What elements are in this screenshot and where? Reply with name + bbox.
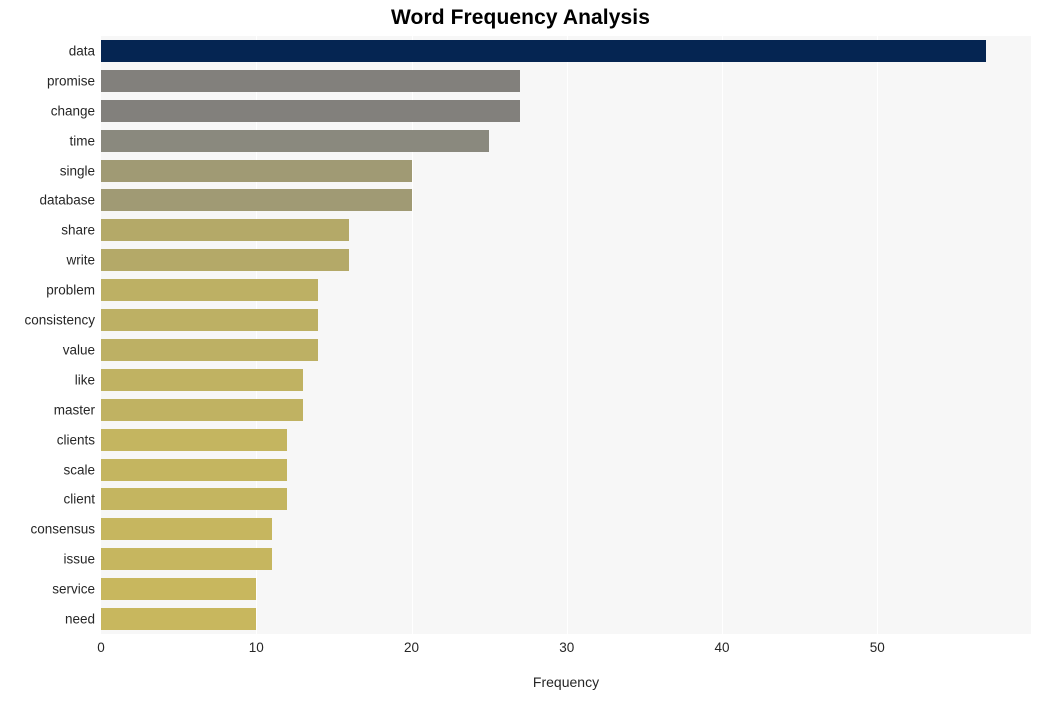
x-tick-label-30: 30 [559,640,575,655]
x-tick-label-40: 40 [714,640,730,655]
bar-time[interactable] [101,129,490,152]
y-tick-label-consistency: consistency [24,312,95,328]
bar-like[interactable] [101,368,303,391]
bar-row [101,36,1031,66]
y-tick-label-scale: scale [63,462,95,478]
bar-row [101,275,1031,305]
y-tick-label-single: single [59,163,95,179]
bar-row [101,186,1031,216]
bar-row [101,215,1031,245]
bar-row [101,126,1031,156]
y-tick-label-change: change [50,103,95,119]
y-tick-label-share: share [61,222,95,238]
bar-clients[interactable] [101,428,288,451]
bar-row [101,245,1031,275]
bar-change[interactable] [101,99,521,122]
bar-write[interactable] [101,249,350,272]
x-tick-label-50: 50 [869,640,885,655]
bar-share[interactable] [101,219,350,242]
bar-data[interactable] [101,39,986,62]
bar-row [101,156,1031,186]
bar-row [101,365,1031,395]
y-tick-label-database: database [39,192,95,208]
y-tick-label-promise: promise [46,73,95,89]
bar-single[interactable] [101,159,412,182]
bar-row [101,335,1031,365]
y-tick-label-data: data [68,43,95,59]
y-tick-label-write: write [66,252,95,268]
bar-value[interactable] [101,338,319,361]
bar-row [101,604,1031,634]
y-tick-label-time: time [69,133,95,149]
bar-consistency[interactable] [101,309,319,332]
bar-scale[interactable] [101,458,288,481]
bar-issue[interactable] [101,548,272,571]
y-tick-label-master: master [53,402,95,418]
y-tick-label-problem: problem [46,282,95,298]
bar-row [101,574,1031,604]
x-axis-title: Frequency [532,674,600,690]
y-tick-label-client: client [63,491,95,507]
chart-title: Word Frequency Analysis [390,6,651,29]
bar-row [101,544,1031,574]
bar-promise[interactable] [101,69,521,92]
bar-row [101,514,1031,544]
y-tick-label-need: need [64,611,95,627]
bar-row [101,455,1031,485]
bar-database[interactable] [101,189,412,212]
bar-row [101,425,1031,455]
bar-need[interactable] [101,608,257,631]
bar-row [101,485,1031,515]
bar-problem[interactable] [101,279,319,302]
bar-row [101,395,1031,425]
chart-figure: Word Frequency Analysis data promise chang… [0,0,1041,701]
y-tick-label-clients: clients [56,432,95,448]
x-tick-label-10: 10 [248,640,264,655]
bar-row [101,66,1031,96]
y-tick-label-value: value [62,342,95,358]
y-tick-label-like: like [74,372,95,388]
bar-service[interactable] [101,578,257,601]
bars-layer [101,36,1031,634]
x-tick-label-0: 0 [97,640,105,655]
y-tick-label-consensus: consensus [30,521,95,537]
bar-master[interactable] [101,398,303,421]
y-tick-label-service: service [52,581,95,597]
bar-consensus[interactable] [101,518,272,541]
y-axis-tick-labels: data promise change time single database share… [0,36,95,634]
bar-row [101,96,1031,126]
bar-row [101,305,1031,335]
bar-client[interactable] [101,488,288,511]
x-axis-tick-labels: 0 10 20 30 40 50 [0,640,1041,664]
x-tick-label-20: 20 [404,640,420,655]
y-tick-label-issue: issue [63,551,95,567]
